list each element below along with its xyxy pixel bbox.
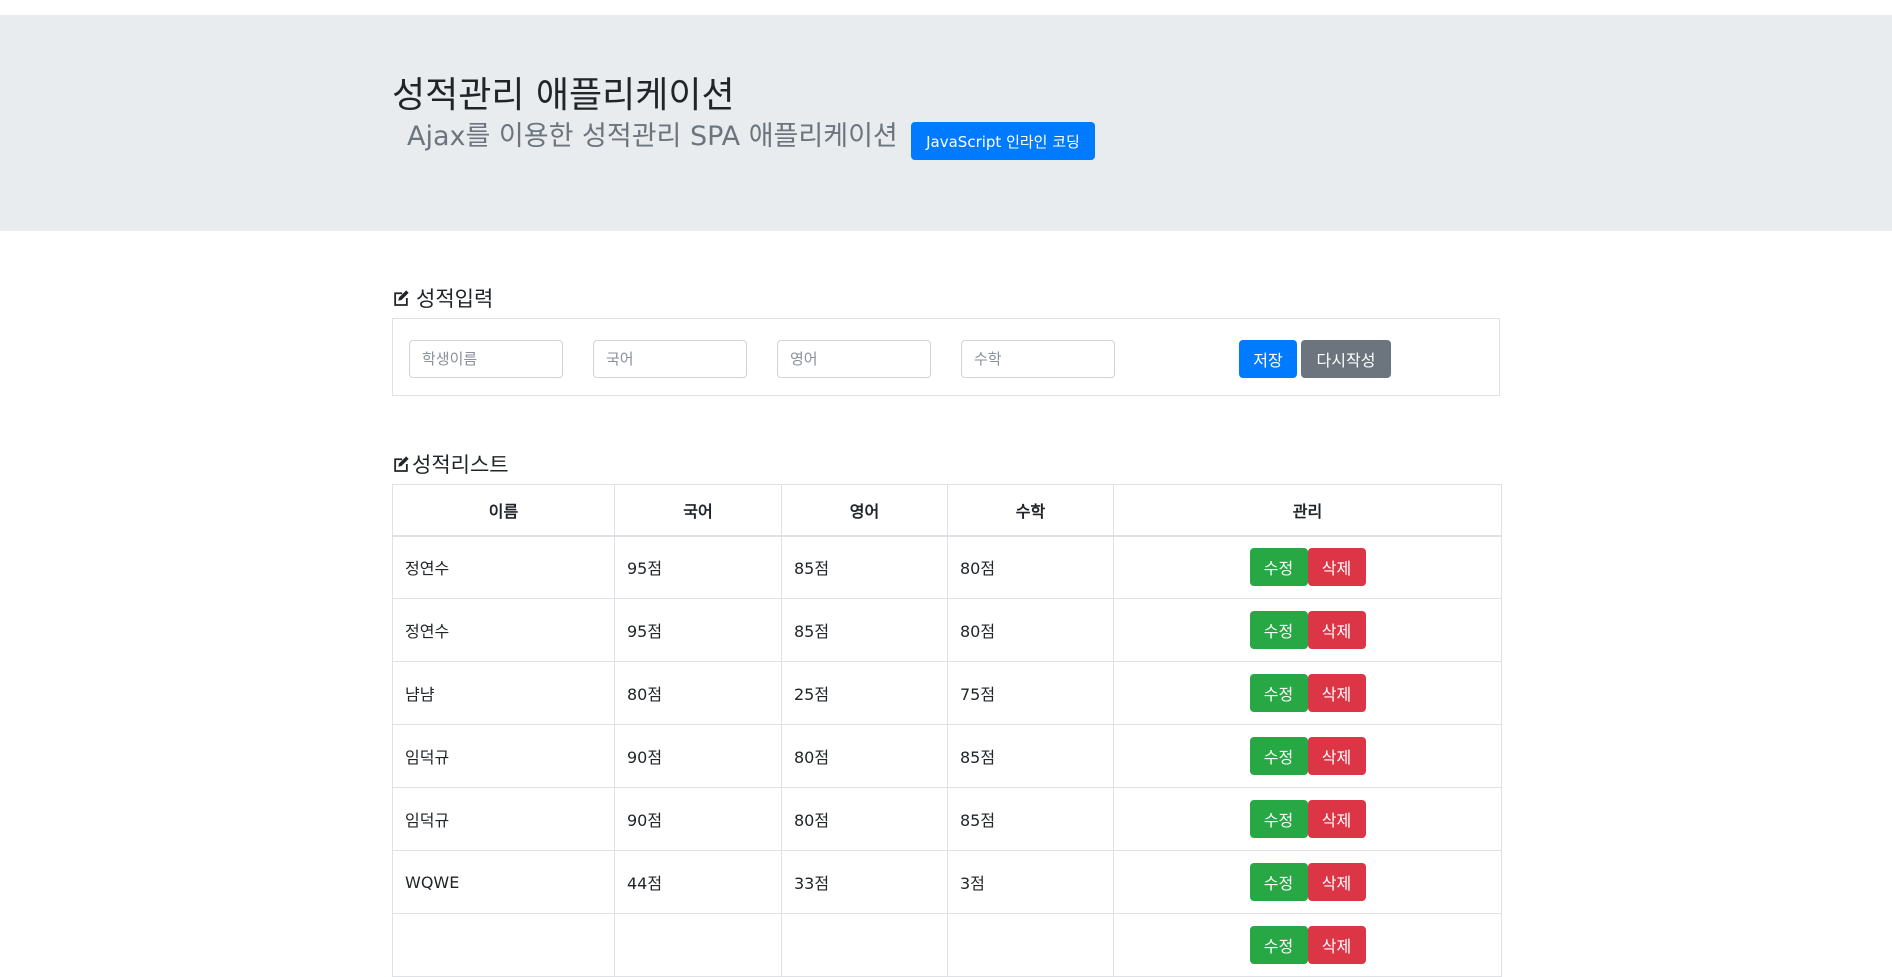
korean-score-cell: 44점	[614, 850, 782, 914]
score-input-form: 저장 다시작성	[392, 318, 1500, 396]
column-header-korean: 국어	[614, 484, 782, 537]
edit-button[interactable]: 수정	[1249, 548, 1308, 587]
score-table: 이름 국어 영어 수학 관리 정연수 95점 85점 80점 수정 삭제 정연수 …	[392, 484, 1502, 977]
edit-button[interactable]: 수정	[1249, 863, 1308, 901]
table-row: 수정 삭제	[392, 913, 1502, 977]
page-title: 성적관리 애플리케이션	[392, 75, 735, 116]
table-row: 임덕규 90점 80점 85점 수정 삭제	[392, 787, 1502, 851]
student-name-cell: 냠냠	[392, 661, 615, 725]
student-name-cell: 정연수	[392, 535, 615, 599]
javascript-inline-coding-button[interactable]: JavaScript 인라인 코딩	[911, 122, 1095, 160]
table-row: 임덕규 90점 80점 85점 수정 삭제	[392, 724, 1502, 788]
student-name-cell	[392, 913, 615, 977]
page-subtitle: Ajax를 이용한 성적관리 SPA 애플리케이션	[407, 121, 898, 152]
actions-cell: 수정 삭제	[1113, 535, 1502, 599]
math-score-cell: 75점	[947, 661, 1114, 725]
table-header-row: 이름 국어 영어 수학 관리	[392, 484, 1502, 537]
english-score-cell	[781, 913, 948, 977]
math-score-cell: 85점	[947, 724, 1114, 788]
reset-button[interactable]: 다시작성	[1301, 340, 1391, 378]
english-score-cell: 80점	[781, 787, 948, 851]
student-name-cell: 임덕규	[392, 724, 615, 788]
english-score-cell: 80점	[781, 724, 948, 788]
math-score-input[interactable]	[961, 340, 1115, 378]
korean-score-cell: 90점	[614, 724, 782, 788]
actions-cell: 수정 삭제	[1113, 787, 1502, 851]
table-row: 냠냠 80점 25점 75점 수정 삭제	[392, 661, 1502, 725]
column-header-name: 이름	[392, 484, 615, 537]
table-row: 정연수 95점 85점 80점 수정 삭제	[392, 598, 1502, 662]
delete-button[interactable]: 삭제	[1307, 548, 1366, 587]
edit-button[interactable]: 수정	[1249, 926, 1308, 964]
score-list-title: 성적리스트	[412, 453, 509, 477]
score-list-heading: 성적리스트	[392, 449, 509, 479]
math-score-cell: 80점	[947, 598, 1114, 662]
save-button[interactable]: 저장	[1239, 340, 1297, 378]
english-score-cell: 85점	[781, 598, 948, 662]
english-score-cell: 33점	[781, 850, 948, 914]
edit-icon	[394, 456, 409, 472]
edit-button[interactable]: 수정	[1249, 800, 1308, 838]
table-row: WQWE 44점 33점 3점 수정 삭제	[392, 850, 1502, 914]
english-score-cell: 85점	[781, 535, 948, 599]
student-name-cell: 정연수	[392, 598, 615, 662]
student-name-input[interactable]	[409, 340, 563, 378]
table-row: 정연수 95점 85점 80점 수정 삭제	[392, 535, 1502, 599]
delete-button[interactable]: 삭제	[1307, 674, 1366, 712]
column-header-english: 영어	[781, 484, 948, 537]
actions-cell: 수정 삭제	[1113, 913, 1502, 977]
score-input-title: 성적입력	[416, 287, 494, 311]
delete-button[interactable]: 삭제	[1307, 926, 1366, 964]
student-name-cell: WQWE	[392, 850, 615, 914]
column-header-math: 수학	[947, 484, 1114, 537]
korean-score-cell: 90점	[614, 787, 782, 851]
english-score-cell: 25점	[781, 661, 948, 725]
edit-button[interactable]: 수정	[1249, 737, 1308, 775]
korean-score-input[interactable]	[593, 340, 747, 378]
column-header-manage: 관리	[1113, 484, 1502, 537]
top-strip	[0, 0, 1892, 15]
edit-icon	[394, 290, 409, 306]
delete-button[interactable]: 삭제	[1307, 737, 1366, 775]
actions-cell: 수정 삭제	[1113, 724, 1502, 788]
delete-button[interactable]: 삭제	[1307, 611, 1366, 649]
student-name-cell: 임덕규	[392, 787, 615, 851]
english-score-input[interactable]	[777, 340, 931, 378]
actions-cell: 수정 삭제	[1113, 598, 1502, 662]
edit-button[interactable]: 수정	[1249, 611, 1308, 649]
actions-cell: 수정 삭제	[1113, 661, 1502, 725]
math-score-cell: 3점	[947, 850, 1114, 914]
score-input-heading: 성적입력	[392, 283, 493, 313]
korean-score-cell: 95점	[614, 535, 782, 599]
math-score-cell: 85점	[947, 787, 1114, 851]
delete-button[interactable]: 삭제	[1307, 800, 1366, 838]
actions-cell: 수정 삭제	[1113, 850, 1502, 914]
math-score-cell: 80점	[947, 535, 1114, 599]
edit-button[interactable]: 수정	[1249, 674, 1308, 712]
korean-score-cell	[614, 913, 782, 977]
korean-score-cell: 95점	[614, 598, 782, 662]
delete-button[interactable]: 삭제	[1307, 863, 1366, 901]
korean-score-cell: 80점	[614, 661, 782, 725]
math-score-cell	[947, 913, 1114, 977]
